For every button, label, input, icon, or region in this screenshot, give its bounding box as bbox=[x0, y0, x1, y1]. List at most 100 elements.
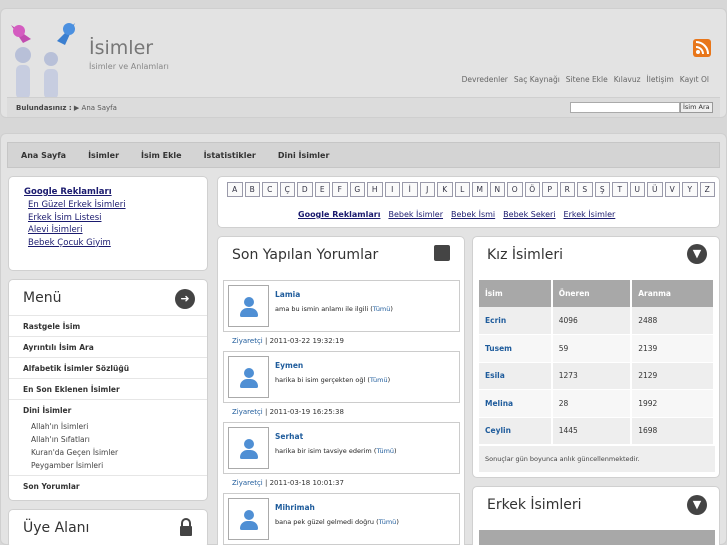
ad-link[interactable]: Alevi İsimleri bbox=[28, 225, 193, 235]
rss-icon[interactable] bbox=[693, 39, 711, 57]
menu-item-ayrintili-ara[interactable]: Ayrıntılı İsim Ara bbox=[9, 336, 207, 357]
nav-dini-isimler[interactable]: Dini İsimler bbox=[278, 151, 330, 160]
comment-more-link[interactable]: Tümü bbox=[376, 447, 394, 455]
alpha-link[interactable]: Bebek İsmi bbox=[451, 210, 495, 219]
comment-more-link[interactable]: Tümü bbox=[370, 376, 388, 384]
comment-meta: Ziyaretçi | 2011-03-19 16:25:38 bbox=[232, 408, 344, 416]
submenu-item[interactable]: Kuran'da Geçen İsimler bbox=[9, 446, 207, 459]
avatar bbox=[228, 285, 269, 327]
menu-item-en-son[interactable]: En Son Eklenen İsimler bbox=[9, 378, 207, 399]
letter-button[interactable]: R bbox=[559, 182, 575, 197]
breadcrumb-current[interactable]: Ana Sayfa bbox=[82, 104, 117, 112]
boy-names-table-header bbox=[479, 530, 715, 545]
alphabet-letters: ABCÇDEFGHIİJKLMNOÖPRSŞTUÜVYZ bbox=[227, 182, 715, 197]
main-nav: Ana Sayfa İsimler İsim Ekle İstatistikle… bbox=[7, 142, 720, 168]
comment-name[interactable]: Eymen bbox=[275, 361, 303, 370]
submenu-item[interactable]: Peygamber İsimleri bbox=[9, 459, 207, 472]
alpha-link[interactable]: Bebek İsimler bbox=[388, 210, 443, 219]
chevron-down-icon[interactable]: ▼ bbox=[687, 244, 707, 264]
nav-istatistikler[interactable]: İstatistikler bbox=[204, 151, 256, 160]
link-sitene-ekle[interactable]: Sitene Ekle bbox=[566, 75, 608, 84]
letter-button[interactable]: B bbox=[244, 182, 260, 197]
search-input[interactable] bbox=[570, 102, 680, 113]
menu-item-son-yorumlar[interactable]: Son Yorumlar bbox=[9, 475, 207, 496]
breadcrumb-arrow-icon: ▶ bbox=[73, 104, 82, 112]
arrow-right-icon[interactable]: ➜ bbox=[175, 289, 195, 309]
link-iletisim[interactable]: İletişim bbox=[647, 75, 674, 84]
letter-button[interactable]: A bbox=[227, 182, 243, 197]
letter-button[interactable]: D bbox=[297, 182, 313, 197]
menu-item-rastgele[interactable]: Rastgele İsim bbox=[9, 315, 207, 336]
comment-more-link[interactable]: Tümü bbox=[379, 518, 397, 526]
alpha-link[interactable]: Erkek İsimler bbox=[564, 210, 616, 219]
ad-link[interactable]: Erkek İsim Listesi bbox=[28, 213, 193, 223]
ad-link[interactable]: Bebek Çocuk Giyim bbox=[28, 238, 193, 248]
letter-button[interactable]: Ü bbox=[647, 182, 663, 197]
letter-button[interactable]: Ç bbox=[279, 182, 295, 197]
menu-item-alfabetik[interactable]: Alfabetik İsimler Sözlüğü bbox=[9, 357, 207, 378]
link-kilavuz[interactable]: Kılavuz bbox=[614, 75, 641, 84]
comment-card: Serhat harika bir isim tavsiye ederim (T… bbox=[223, 422, 460, 474]
letter-button[interactable]: P bbox=[542, 182, 558, 197]
ads-title[interactable]: Google Reklamları bbox=[24, 187, 193, 197]
column-header: İsim bbox=[479, 280, 553, 307]
letter-button[interactable]: G bbox=[349, 182, 365, 197]
comments-box: Son Yapılan Yorumlar Lamia ama bu ismin … bbox=[217, 236, 465, 545]
link-kayit-ol[interactable]: Kayıt Ol bbox=[680, 75, 709, 84]
link-sac-kaynagi[interactable]: Saç Kaynağı bbox=[514, 75, 560, 84]
comment-name[interactable]: Lamia bbox=[275, 290, 300, 299]
chat-icon bbox=[434, 245, 450, 261]
comment-name[interactable]: Mihrimah bbox=[275, 503, 315, 512]
letter-button[interactable]: U bbox=[629, 182, 645, 197]
letter-button[interactable]: I bbox=[384, 182, 400, 197]
nav-isimler[interactable]: İsimler bbox=[88, 151, 119, 160]
table-row: Ecrin 4096 2488 bbox=[479, 307, 715, 335]
letter-button[interactable]: T bbox=[612, 182, 628, 197]
nav-isim-ekle[interactable]: İsim Ekle bbox=[141, 151, 182, 160]
letter-button[interactable]: E bbox=[314, 182, 330, 197]
letter-button[interactable]: J bbox=[419, 182, 435, 197]
menu-item-dini[interactable]: Dini İsimler bbox=[9, 399, 207, 420]
letter-button[interactable]: O bbox=[507, 182, 523, 197]
letter-button[interactable]: C bbox=[262, 182, 278, 197]
comment-more-link[interactable]: Tümü bbox=[373, 305, 391, 313]
lock-icon bbox=[180, 518, 192, 536]
submenu-item[interactable]: Allah'ın Sıfatları bbox=[9, 433, 207, 446]
alpha-link[interactable]: Bebek Sekeri bbox=[503, 210, 555, 219]
chevron-down-icon[interactable]: ▼ bbox=[687, 495, 707, 515]
letter-button[interactable]: H bbox=[367, 182, 383, 197]
letter-button[interactable]: L bbox=[454, 182, 470, 197]
submenu-item[interactable]: Allah'ın İsimleri bbox=[9, 420, 207, 433]
table-note: Sonuçlar gün boyunca anlık güncellenmekt… bbox=[479, 446, 715, 472]
boy-names-title: Erkek İsimleri bbox=[487, 497, 582, 513]
letter-button[interactable]: V bbox=[664, 182, 680, 197]
letter-button[interactable]: İ bbox=[402, 182, 418, 197]
letter-button[interactable]: Ö bbox=[524, 182, 540, 197]
alpha-ads-title[interactable]: Google Reklamları bbox=[298, 210, 380, 219]
comment-meta: Ziyaretçi | 2011-03-22 19:32:19 bbox=[232, 337, 344, 345]
letter-button[interactable]: K bbox=[437, 182, 453, 197]
name-link[interactable]: Ceylin bbox=[479, 417, 553, 445]
name-link[interactable]: Ecrin bbox=[479, 307, 553, 335]
comment-card: Lamia ama bu ismin anlamı ile ilgili (Tü… bbox=[223, 280, 460, 332]
breadcrumb: Bulundasınız : ▶ Ana Sayfa bbox=[16, 104, 117, 112]
column-header: Aranma bbox=[631, 280, 715, 307]
site-title[interactable]: İsimler bbox=[89, 37, 153, 59]
name-link[interactable]: Melina bbox=[479, 389, 553, 418]
name-link[interactable]: Esila bbox=[479, 362, 553, 390]
member-title: Üye Alanı bbox=[23, 520, 90, 536]
letter-button[interactable]: Y bbox=[682, 182, 698, 197]
search-button[interactable]: İsim Ara bbox=[680, 102, 713, 113]
letter-button[interactable]: N bbox=[489, 182, 505, 197]
ad-link[interactable]: En Güzel Erkek İsimleri bbox=[28, 200, 193, 210]
breadcrumb-bar: Bulundasınız : ▶ Ana Sayfa İsim Ara bbox=[7, 97, 720, 117]
nav-ana-sayfa[interactable]: Ana Sayfa bbox=[21, 151, 66, 160]
letter-button[interactable]: S bbox=[577, 182, 593, 197]
link-devredenler[interactable]: Devredenler bbox=[462, 75, 508, 84]
letter-button[interactable]: Z bbox=[699, 182, 715, 197]
comment-name[interactable]: Serhat bbox=[275, 432, 303, 441]
letter-button[interactable]: Ş bbox=[594, 182, 610, 197]
letter-button[interactable]: M bbox=[472, 182, 488, 197]
name-link[interactable]: Tusem bbox=[479, 334, 553, 363]
letter-button[interactable]: F bbox=[332, 182, 348, 197]
